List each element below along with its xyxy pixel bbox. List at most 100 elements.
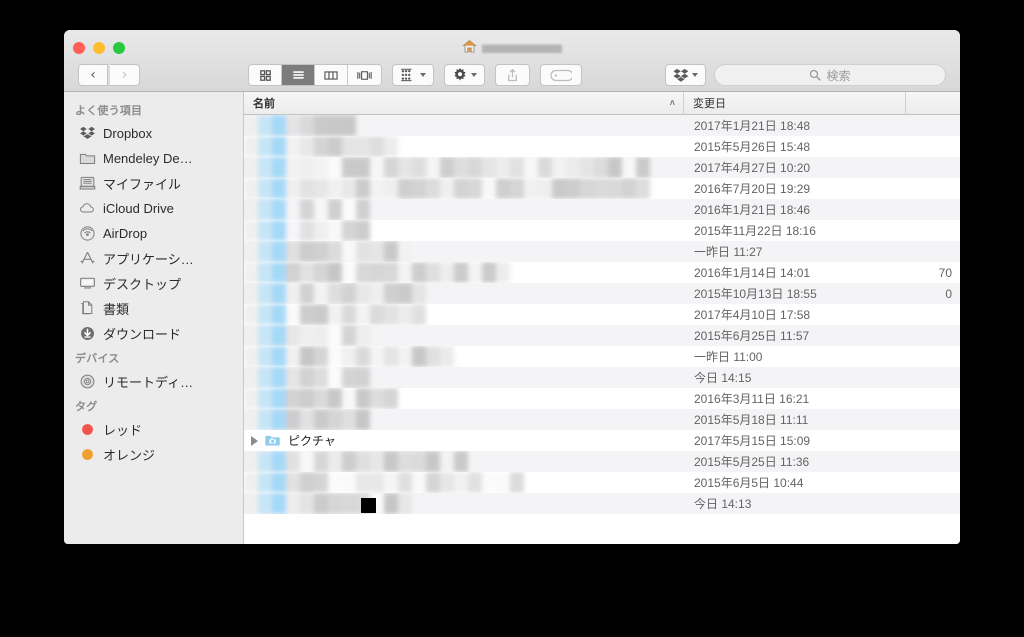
cell-modified-date: 2017年1月21日 18:48 xyxy=(694,119,811,133)
cell-name xyxy=(244,199,684,220)
redacted-filename xyxy=(244,493,412,514)
window-title-text-redacted xyxy=(482,37,562,55)
table-row[interactable]: 今日 14:15 xyxy=(244,367,960,388)
table-row[interactable]: 2015年10月13日 18:55 0 xyxy=(244,283,960,304)
table-row[interactable]: 一昨日 11:27 xyxy=(244,241,960,262)
disclosure-triangle[interactable] xyxy=(244,435,264,446)
cell-name xyxy=(244,136,684,157)
cell-modified-date: 2015年11月22日 18:16 xyxy=(694,224,816,238)
file-list-pane: 名前 ˄ 変更日 2017年1月21日 18:48 2015年5月26日 15:4… xyxy=(244,92,960,544)
redacted-filename xyxy=(244,409,370,430)
window-body: よく使う項目 Dropbox Mendeley De… マイファイル iCloud Dr… xyxy=(64,92,960,544)
table-row[interactable]: 2016年1月21日 18:46 xyxy=(244,199,960,220)
redacted-filename xyxy=(244,136,398,157)
cell-modified-date: 2016年1月21日 18:46 xyxy=(694,203,811,217)
sidebar-item-label: オレンジ xyxy=(103,448,156,463)
sidebar-item-dropbox[interactable]: Dropbox xyxy=(64,121,243,146)
cell-name xyxy=(244,220,684,241)
sidebar-item-icon xyxy=(79,275,96,292)
myfiles-icon xyxy=(79,176,96,190)
cell-name xyxy=(244,472,684,493)
back-button[interactable]: ‹ xyxy=(78,64,108,86)
cell-name xyxy=(244,157,684,178)
column-header-date[interactable]: 変更日 xyxy=(684,92,906,114)
sidebar-item-item6[interactable]: デスクトップ xyxy=(64,271,243,296)
sidebar-item-label: アプリケーシ… xyxy=(103,252,194,267)
table-row[interactable]: 2016年3月11日 16:21 xyxy=(244,388,960,409)
search-input[interactable]: 検索 xyxy=(714,64,946,86)
table-row[interactable]: 2015年6月25日 11:57 xyxy=(244,325,960,346)
sidebar-item-mendeleyde[interactable]: Mendeley De… xyxy=(64,146,243,171)
sidebar-item-item1[interactable]: オレンジ xyxy=(64,442,243,467)
dropbox-icon xyxy=(80,126,95,139)
cell-modified-date: 2015年10月13日 18:55 xyxy=(694,287,817,301)
table-row[interactable]: 2015年5月18日 11:11 xyxy=(244,409,960,430)
column-header-name[interactable]: 名前 ˄ xyxy=(244,92,684,114)
tag-button[interactable] xyxy=(540,64,582,86)
table-row[interactable]: 2017年4月10日 17:58 xyxy=(244,304,960,325)
cell-name xyxy=(244,493,684,514)
sidebar-item-label: iCloud Drive xyxy=(103,201,174,216)
forward-button[interactable]: › xyxy=(110,64,140,86)
arrange-icon xyxy=(401,68,412,82)
redacted-filename xyxy=(244,199,370,220)
sidebar-item-airdrop[interactable]: AirDrop xyxy=(64,221,243,246)
column-view-button[interactable] xyxy=(315,65,348,85)
sidebar-section-header: タグ xyxy=(75,401,98,413)
tag-dot-icon xyxy=(82,424,93,435)
table-row[interactable]: 2015年5月25日 11:36 xyxy=(244,451,960,472)
cell-modified-date: 2016年1月14日 14:01 xyxy=(694,266,811,280)
table-row[interactable]: 今日 14:13 xyxy=(244,493,960,514)
chevron-left-icon: ‹ xyxy=(90,67,96,83)
table-row[interactable]: 一昨日 11:00 xyxy=(244,346,960,367)
cell-name xyxy=(244,346,684,367)
cell-name xyxy=(244,325,684,346)
sidebar-item-icon xyxy=(79,250,96,267)
table-row[interactable]: 2017年4月27日 10:20 xyxy=(244,157,960,178)
cell-modified-date: 2017年4月27日 10:20 xyxy=(694,161,811,175)
file-rows: 2017年1月21日 18:48 2015年5月26日 15:48 2017年4月2… xyxy=(244,115,960,514)
cell-name xyxy=(244,304,684,325)
sidebar-item-item5[interactable]: アプリケーシ… xyxy=(64,246,243,271)
screen: ‹ › 検索 よく使う項目 Dropbox Mendeley De… マイファイ… xyxy=(0,0,1024,637)
chevron-right-icon: › xyxy=(121,67,128,83)
sidebar-item-icon xyxy=(79,421,96,438)
sidebar-item-item0[interactable]: リモートディ… xyxy=(64,369,243,394)
cell-name xyxy=(244,367,684,388)
cover-flow-view-button[interactable] xyxy=(348,65,381,85)
redacted-filename xyxy=(244,451,468,472)
grid-icon xyxy=(259,69,271,81)
sidebar-item-icon xyxy=(79,446,96,463)
share-button[interactable] xyxy=(495,64,530,86)
cell-modified-date: 一昨日 11:00 xyxy=(694,350,763,364)
list-view-button[interactable] xyxy=(282,65,315,85)
action-menu-button[interactable] xyxy=(444,64,485,86)
airdrop-icon xyxy=(80,226,95,241)
table-row[interactable]: ピクチャ 2017年5月15日 15:09 xyxy=(244,430,960,451)
cell-modified-date: 2015年5月18日 11:11 xyxy=(694,413,809,427)
table-row[interactable]: 2015年6月5日 10:44 xyxy=(244,472,960,493)
table-row[interactable]: 2017年1月21日 18:48 xyxy=(244,115,960,136)
table-row[interactable]: 2015年5月26日 15:48 xyxy=(244,136,960,157)
disc-icon xyxy=(80,374,95,389)
redacted-filename xyxy=(244,346,454,367)
column-header-size[interactable] xyxy=(906,92,960,114)
icon-view-button[interactable] xyxy=(249,65,282,85)
sidebar-item-item7[interactable]: 書類 xyxy=(64,296,243,321)
sidebar-item-icon xyxy=(79,200,96,217)
sidebar-item-item2[interactable]: マイファイル xyxy=(64,171,243,196)
cell-size: 70 xyxy=(938,265,952,280)
sidebar-item-iclouddrive[interactable]: iCloud Drive xyxy=(64,196,243,221)
redacted-filename xyxy=(244,304,426,325)
arrange-button[interactable] xyxy=(392,64,434,86)
sidebar-item-item8[interactable]: ダウンロード xyxy=(64,321,243,346)
table-row[interactable]: 2016年1月14日 14:01 70 xyxy=(244,262,960,283)
redacted-filename xyxy=(244,262,510,283)
dropbox-menu-button[interactable] xyxy=(665,64,706,86)
documents-icon xyxy=(81,301,93,315)
table-row[interactable]: 2016年7月20日 19:29 xyxy=(244,178,960,199)
cell-name xyxy=(244,115,684,136)
table-row[interactable]: 2015年11月22日 18:16 xyxy=(244,220,960,241)
sidebar-item-label: AirDrop xyxy=(103,226,148,241)
sidebar-item-item0[interactable]: レッド xyxy=(64,417,243,442)
